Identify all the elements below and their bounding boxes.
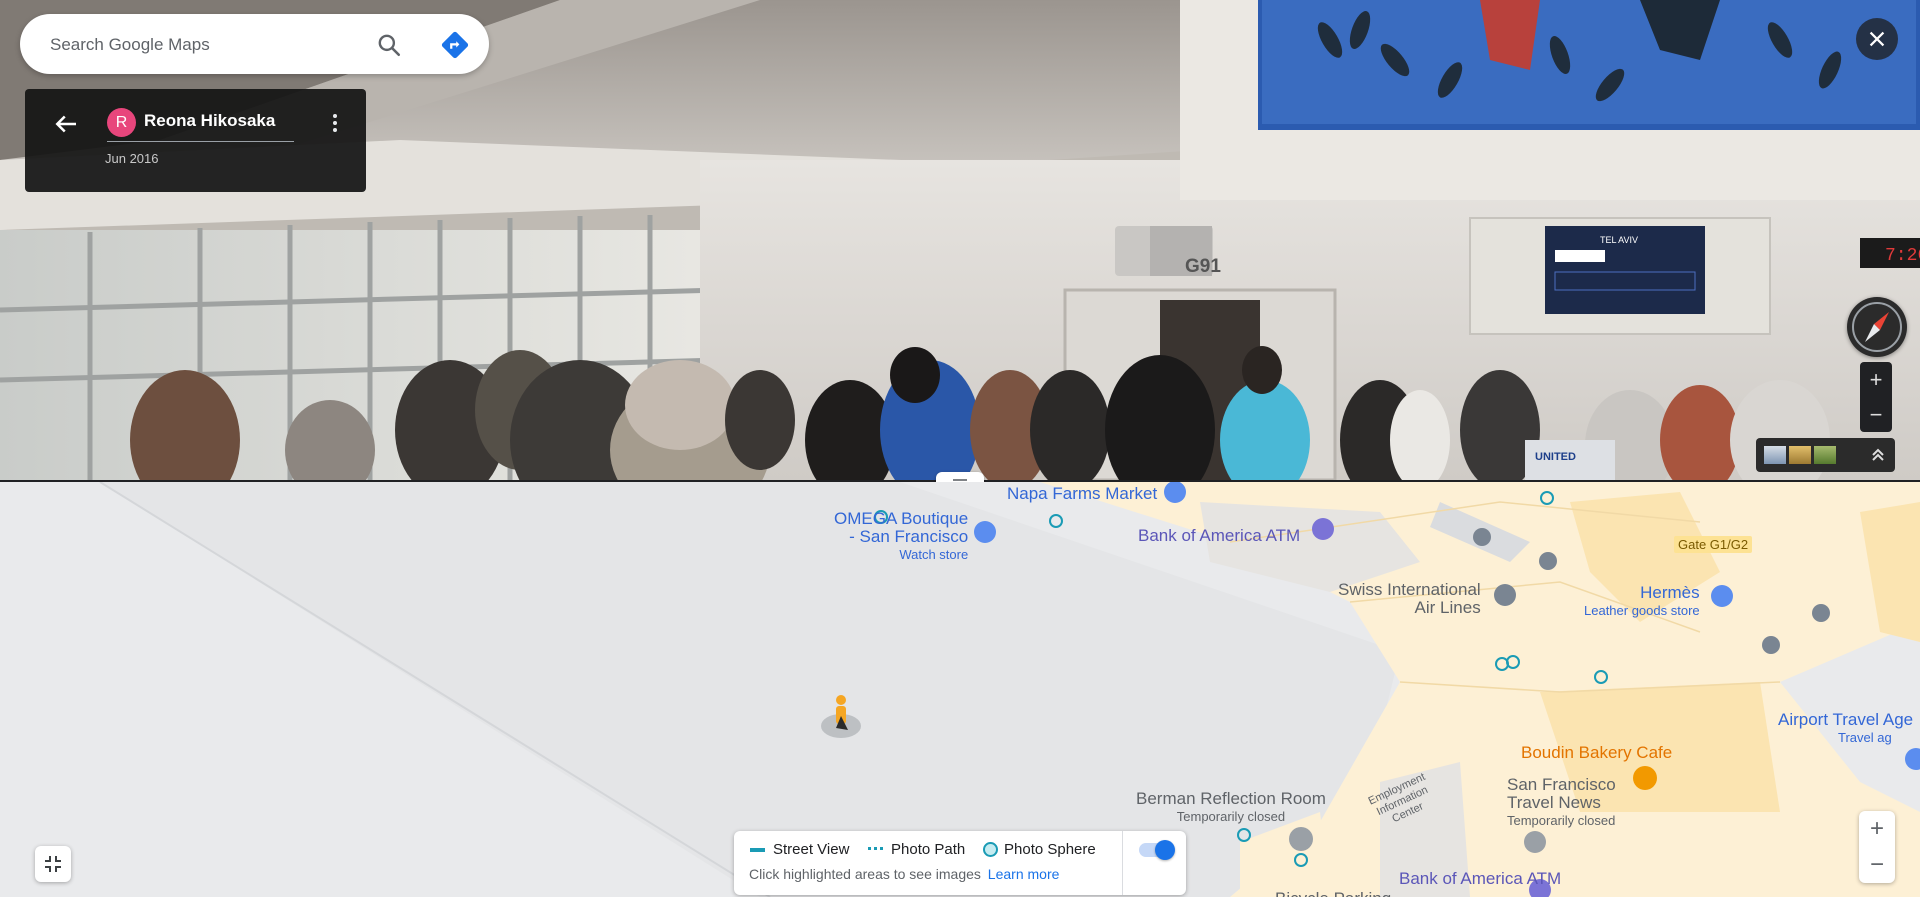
poi-bank-of-america-atm[interactable]: Bank of America ATM xyxy=(1138,526,1300,546)
exit-fullscreen-icon xyxy=(45,856,61,872)
close-button[interactable] xyxy=(1856,18,1898,60)
poi-swiss-line1: Swiss International xyxy=(1338,580,1481,599)
poi-swiss-line2: Air Lines xyxy=(1414,598,1481,617)
parking-icon xyxy=(1473,528,1491,546)
learn-more-link[interactable]: Learn more xyxy=(988,866,1060,882)
photo-thumbnail-strip[interactable] xyxy=(1756,438,1895,472)
close-icon xyxy=(1869,31,1885,47)
legend-photo-path: Photo Path xyxy=(868,841,965,858)
shopping-pin-icon xyxy=(974,521,996,543)
poi-travel-agency-category: Travel ag xyxy=(1838,730,1892,745)
legend-photo-sphere: Photo Sphere xyxy=(983,841,1096,858)
clock-display: 7:26 xyxy=(1885,246,1920,266)
panorama-zoom-control: + − xyxy=(1860,362,1892,432)
legend-photo-path-label: Photo Path xyxy=(891,841,966,858)
map-zoom-control: + − xyxy=(1859,811,1895,883)
contributor-underline xyxy=(107,141,294,142)
store-pin-icon xyxy=(1711,585,1733,607)
panorama-zoom-out-button[interactable]: − xyxy=(1860,397,1892,432)
restroom-icon xyxy=(1539,552,1557,570)
poi-sf-news-line1: San Francisco xyxy=(1507,775,1616,794)
legend-separator xyxy=(1122,831,1123,895)
poi-hermes[interactable]: Hermès Leather goods store xyxy=(1584,584,1700,620)
thumbnail-1[interactable] xyxy=(1764,446,1786,464)
expand-up-icon[interactable] xyxy=(1868,445,1888,465)
poi-sf-news-status: Temporarily closed xyxy=(1507,813,1616,828)
street-view-layer-toggle[interactable] xyxy=(1139,840,1175,860)
poi-sf-travel-news[interactable]: San Francisco Travel News Temporarily cl… xyxy=(1507,776,1616,830)
poi-gate-g1-g2[interactable]: Gate G1/G2 xyxy=(1674,536,1753,553)
poi-omega-line2: - San Francisco xyxy=(849,527,969,546)
compass[interactable] xyxy=(1847,297,1907,357)
photo-date: Jun 2016 xyxy=(105,151,159,166)
directions-icon[interactable] xyxy=(440,30,470,60)
exit-fullscreen-button[interactable] xyxy=(35,846,71,882)
market-pin-icon xyxy=(1164,482,1186,503)
poi-bank-of-america-atm-2[interactable]: Bank of America ATM xyxy=(1399,869,1561,889)
restroom-icon xyxy=(1812,604,1830,622)
search-input[interactable] xyxy=(48,14,372,76)
airline-sign: UNITED xyxy=(1535,451,1576,463)
panorama-zoom-in-button[interactable]: + xyxy=(1860,362,1892,397)
phone-icon xyxy=(1762,636,1780,654)
poi-omega-boutique[interactable]: OMEGA Boutique - San Francisco Watch sto… xyxy=(834,510,968,564)
atm-pin-icon xyxy=(1312,518,1334,540)
avatar[interactable]: R xyxy=(107,108,136,137)
poi-boudin-bakery-cafe[interactable]: Boudin Bakery Cafe xyxy=(1521,743,1672,763)
airline-pin-icon xyxy=(1494,584,1516,606)
legend-street-view-label: Street View xyxy=(773,841,850,858)
poi-berman-status: Temporarily closed xyxy=(1176,809,1286,824)
street-view-line-icon xyxy=(750,847,765,852)
poi-berman-reflection-room[interactable]: Berman Reflection Room Temporarily close… xyxy=(1136,790,1326,826)
poi-omega-line1: OMEGA Boutique xyxy=(834,509,969,528)
departure-destination: TEL AVIV xyxy=(1600,235,1638,245)
search-box[interactable] xyxy=(20,14,489,76)
news-pin-icon xyxy=(1524,831,1546,853)
thumbnail-2[interactable] xyxy=(1789,446,1811,464)
room-pin-icon xyxy=(1289,827,1313,851)
legend-photo-sphere-label: Photo Sphere xyxy=(1004,841,1096,858)
toggle-knob xyxy=(1155,840,1175,860)
poi-hermes-category: Leather goods store xyxy=(1584,603,1700,618)
street-view-legend: Street View Photo Path Photo Sphere Clic… xyxy=(734,831,1186,895)
photo-info-card: R Reona Hikosaka Jun 2016 xyxy=(25,89,366,192)
photo-path-icon xyxy=(868,846,883,853)
map-zoom-in-button[interactable]: + xyxy=(1859,811,1895,847)
restaurant-pin-icon xyxy=(1633,766,1657,790)
thumbnail-3[interactable] xyxy=(1814,446,1836,464)
contributor-name[interactable]: Reona Hikosaka xyxy=(144,111,275,131)
search-icon[interactable] xyxy=(376,32,402,58)
poi-swiss-international[interactable]: Swiss International Air Lines xyxy=(1338,581,1481,617)
more-vert-icon[interactable] xyxy=(327,111,343,135)
legend-hint: Click highlighted areas to see images Le… xyxy=(749,866,1059,882)
poi-hermes-name: Hermès xyxy=(1640,583,1700,602)
legend-hint-text: Click highlighted areas to see images xyxy=(749,866,981,882)
avatar-letter: R xyxy=(115,113,128,131)
legend-street-view: Street View xyxy=(750,841,849,858)
poi-berman-name: Berman Reflection Room xyxy=(1136,789,1326,808)
gate-sign: G91 xyxy=(1185,256,1221,277)
poi-omega-category: Watch store xyxy=(899,547,969,562)
compass-icon xyxy=(1852,302,1902,352)
poi-napa-farms-market[interactable]: Napa Farms Market xyxy=(1007,484,1157,504)
arrow-back-icon[interactable] xyxy=(51,109,81,139)
poi-bicycle-parking[interactable]: Bicycle Parking xyxy=(1275,889,1391,897)
poi-airport-travel-agency[interactable]: Airport Travel Age Travel ag xyxy=(1778,711,1913,747)
photo-sphere-icon xyxy=(983,842,998,857)
map-zoom-out-button[interactable]: − xyxy=(1859,847,1895,883)
poi-travel-agency-name: Airport Travel Age xyxy=(1778,710,1914,729)
poi-sf-news-line2: Travel News xyxy=(1507,793,1601,812)
